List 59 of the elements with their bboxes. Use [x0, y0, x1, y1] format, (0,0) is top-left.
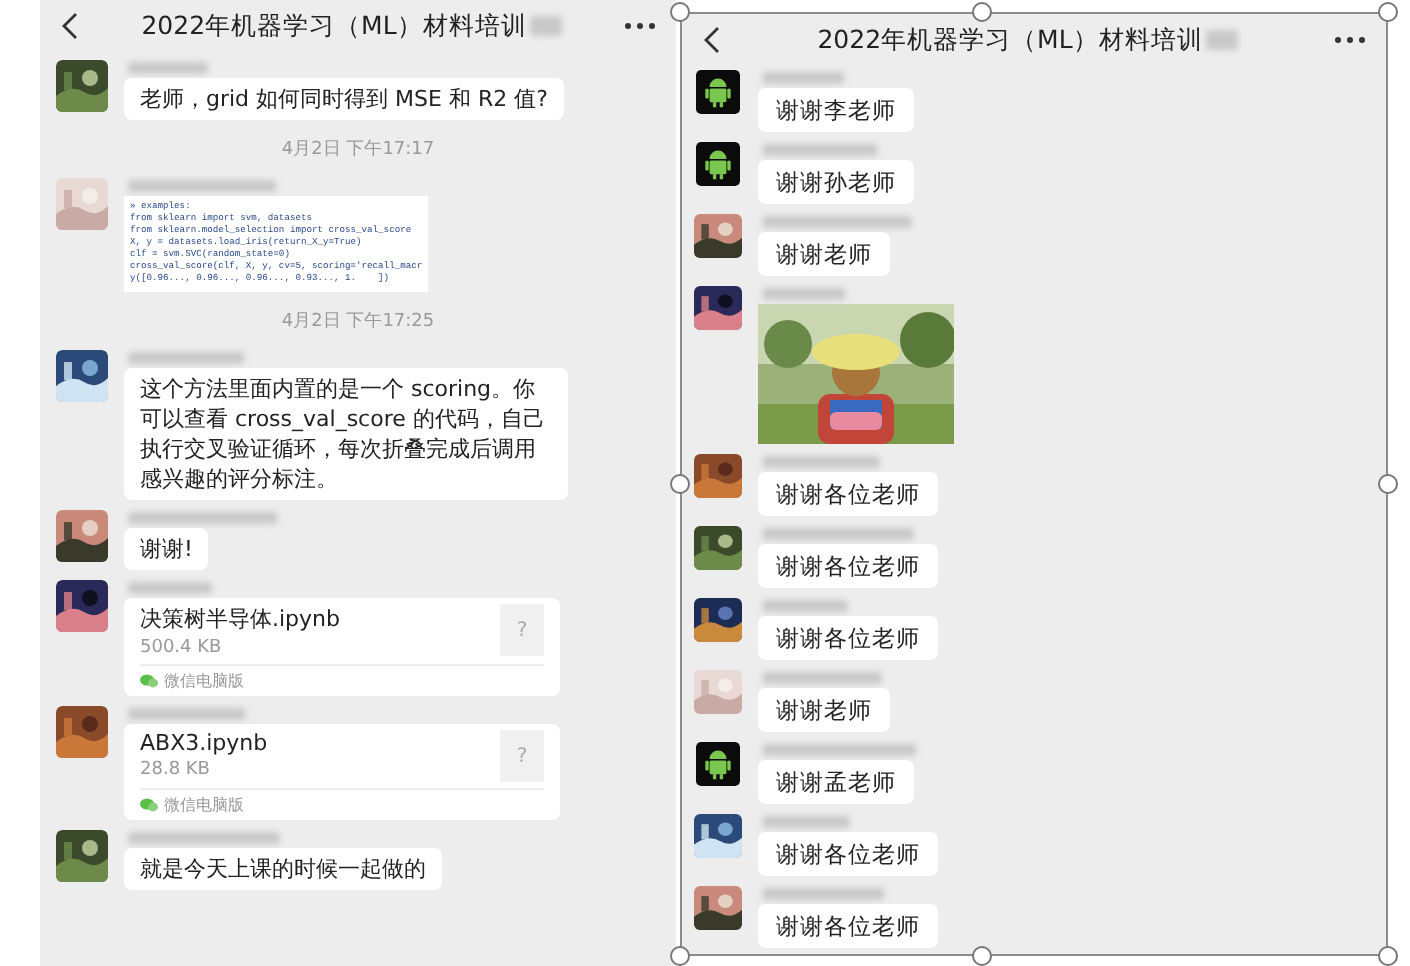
blurred-name: [128, 352, 244, 364]
source-label: 微信电脑版: [164, 670, 244, 692]
resize-handle[interactable]: [670, 474, 690, 494]
resize-handle[interactable]: [972, 946, 992, 966]
blurred-name: [762, 72, 844, 84]
file-icon: ?: [500, 604, 544, 656]
more-icon[interactable]: [624, 22, 656, 30]
blurred-name: [762, 456, 880, 468]
chat-title: 2022年机器学习（ML）材料培训: [141, 9, 527, 43]
file-icon: ?: [500, 730, 544, 782]
blurred-name: [762, 672, 882, 684]
robot-avatar-icon[interactable]: [694, 70, 742, 114]
file-name: 决策树半导体.ipynb: [140, 604, 340, 634]
message-bubble: 谢谢各位老师: [758, 904, 938, 948]
message-bubble: 谢谢!: [124, 528, 209, 570]
resize-handle[interactable]: [670, 2, 690, 22]
chat-title: 2022年机器学习（ML）材料培训: [817, 23, 1203, 57]
message-bubble: 谢谢李老师: [758, 88, 914, 132]
file-name: ABX3.ipynb: [140, 730, 268, 756]
blurred-name: [762, 600, 848, 612]
blurred-name: [128, 62, 208, 74]
message-bubble: 谢谢各位老师: [758, 832, 938, 876]
blurred-text: [1206, 30, 1239, 50]
file-size: 28.8 KB: [140, 760, 210, 780]
resize-handle[interactable]: [1378, 946, 1398, 966]
message-bubble: 谢谢孙老师: [758, 160, 914, 204]
message-bubble: 谢谢老师: [758, 688, 890, 732]
blurred-name: [762, 144, 878, 156]
message-bubble: 就是今天上课的时候一起做的: [124, 848, 442, 890]
robot-avatar-icon[interactable]: [694, 142, 742, 186]
robot-avatar-icon[interactable]: [694, 742, 742, 786]
blurred-name: [762, 288, 846, 300]
resize-handle[interactable]: [972, 2, 992, 22]
message-bubble: 谢谢各位老师: [758, 544, 938, 588]
timestamp: 4月2日 下午17:17: [281, 137, 435, 164]
blurred-name: [762, 888, 884, 900]
chat-bubbles-icon: [140, 674, 158, 688]
message-bubble: 这个方法里面内置的是一个 scoring。你可以查看 cross_val_score 的代码，自己执行交叉验证循环，每次折叠完成后调用感兴趣的评分标注。: [124, 368, 568, 500]
resize-handle[interactable]: [670, 946, 690, 966]
blurred-name: [128, 582, 212, 594]
back-icon[interactable]: [702, 26, 722, 54]
chat-bubbles-icon: [140, 798, 158, 812]
message-bubble: 谢谢孟老师: [758, 760, 914, 804]
message-bubble: 谢谢各位老师: [758, 616, 938, 660]
resize-handle[interactable]: [1378, 2, 1398, 22]
blurred-name: [128, 708, 246, 720]
timestamp: 4月2日 下午17:25: [281, 309, 435, 336]
resize-handle[interactable]: [1378, 474, 1398, 494]
blurred-name: [762, 816, 850, 828]
message-bubble: 谢谢老师: [758, 232, 890, 276]
source-label: 微信电脑版: [164, 794, 244, 816]
file-card[interactable]: 决策树半导体.ipynb 500.4 KB ? 微信电脑版: [124, 598, 560, 696]
more-icon[interactable]: [1334, 36, 1366, 44]
file-size: 500.4 KB: [140, 638, 222, 658]
back-icon[interactable]: [60, 12, 80, 40]
message-bubble: 谢谢各位老师: [758, 472, 938, 516]
blurred-text: [530, 16, 563, 36]
message-bubble: 老师，grid 如何同时得到 MSE 和 R2 值?: [124, 78, 564, 120]
file-card[interactable]: ABX3.ipynb 28.8 KB ? 微信电脑版: [124, 724, 560, 820]
